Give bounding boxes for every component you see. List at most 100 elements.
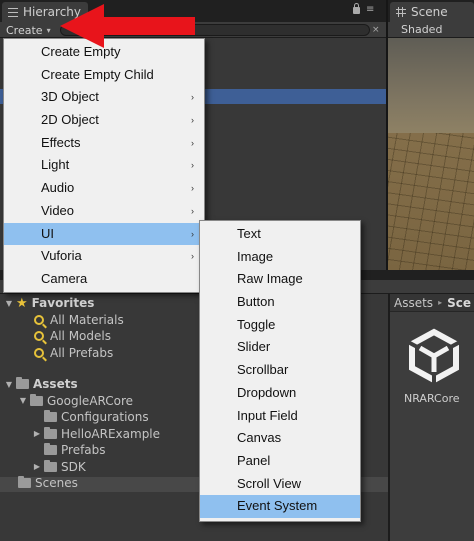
menu-item-label: Vuforia — [41, 248, 82, 264]
menu-item-vuforia[interactable]: Vuforia › — [4, 245, 204, 268]
favorites-label: Favorites — [31, 296, 95, 311]
menu-item-label: Create Empty Child — [41, 66, 154, 82]
menu-item-light[interactable]: Light › — [4, 154, 204, 177]
chevron-right-icon: › — [191, 160, 194, 171]
menu-item-canvas[interactable]: Canvas — [200, 427, 360, 450]
create-button-label: Create — [6, 23, 43, 37]
shading-mode-dropdown[interactable]: Shaded — [401, 22, 442, 38]
menu-item-effects[interactable]: Effects › — [4, 132, 204, 155]
scene-tab[interactable]: Scene — [390, 2, 474, 22]
menu-item-toggle[interactable]: Toggle — [200, 314, 360, 337]
list-item[interactable]: All Materials — [4, 312, 124, 329]
favorites-header[interactable]: ▼ ★ Favorites — [4, 295, 124, 312]
menu-item-button[interactable]: Button — [200, 291, 360, 314]
expand-triangle-icon[interactable]: ▼ — [4, 299, 14, 308]
menu-item-ui[interactable]: UI › — [4, 222, 204, 246]
chevron-right-icon: › — [191, 137, 194, 148]
chevron-down-icon: ▾ — [46, 25, 51, 35]
menu-item-label: Video — [41, 202, 75, 218]
tree-item-helloarexample[interactable]: ▶ HelloARExample — [4, 426, 160, 443]
breadcrumb-assets[interactable]: Assets — [394, 296, 433, 310]
folder-icon — [44, 443, 57, 456]
favorite-item-label: All Prefabs — [50, 345, 114, 360]
favorite-item-label: All Models — [50, 329, 111, 344]
menu-item-3d-object[interactable]: 3D Object › — [4, 86, 204, 109]
menu-item-label: 2D Object — [41, 112, 99, 128]
create-menu: Create Empty Create Empty Child 3D Objec… — [3, 38, 205, 293]
menu-item-panel[interactable]: Panel — [200, 450, 360, 473]
hash-icon — [396, 7, 406, 17]
chevron-right-icon: › — [191, 205, 194, 216]
tree-item-label: Scenes — [35, 476, 78, 491]
chevron-right-icon: › — [191, 92, 194, 103]
expand-triangle-icon[interactable]: ▼ — [18, 396, 28, 405]
breadcrumb-separator-icon: ▸ — [438, 298, 443, 307]
tree-item-configurations[interactable]: Configurations — [4, 409, 160, 426]
tree-item-sdk[interactable]: ▶ SDK — [4, 459, 160, 476]
menu-item-text[interactable]: Text — [200, 223, 360, 246]
list-item[interactable]: All Models — [4, 328, 124, 345]
expand-triangle-icon[interactable]: ▶ — [32, 462, 42, 471]
menu-item-audio[interactable]: Audio › — [4, 177, 204, 200]
menu-item-dropdown[interactable]: Dropdown — [200, 382, 360, 405]
menu-item-raw-image[interactable]: Raw Image — [200, 268, 360, 291]
annotation-arrow-icon — [60, 4, 195, 48]
folder-icon — [44, 410, 57, 423]
menu-item-create-empty-child[interactable]: Create Empty Child — [4, 64, 204, 87]
search-icon — [34, 331, 44, 342]
menu-item-label: Effects — [41, 134, 81, 150]
assets-section: ▼ Assets ▼ GoogleARCore Configurations ▶… — [4, 376, 160, 492]
menu-item-video[interactable]: Video › — [4, 200, 204, 223]
tree-item-prefabs[interactable]: Prefabs — [4, 442, 160, 459]
search-clear-icon[interactable]: × — [372, 24, 382, 36]
menu-item-label: 3D Object — [41, 89, 99, 105]
menu-item-label: UI — [41, 225, 54, 241]
assets-header[interactable]: ▼ Assets — [4, 376, 160, 393]
menu-item-camera[interactable]: Camera — [4, 268, 204, 291]
chevron-right-icon: › — [191, 251, 194, 262]
ui-submenu: Text Image Raw Image Button Toggle Slide… — [199, 220, 361, 522]
search-icon — [34, 314, 44, 325]
expand-triangle-icon[interactable]: ▶ — [32, 429, 42, 438]
menu-item-scroll-view[interactable]: Scroll View — [200, 473, 360, 496]
lock-icon[interactable] — [353, 3, 360, 14]
menu-item-label: Audio — [41, 180, 75, 196]
tree-item-label: SDK — [61, 459, 86, 474]
create-button[interactable]: Create ▾ — [6, 22, 51, 38]
unity-logo[interactable] — [404, 326, 464, 386]
favorite-item-label: All Materials — [50, 312, 124, 327]
chevron-right-icon: › — [191, 183, 194, 194]
menu-icon[interactable]: ≡ — [366, 4, 378, 16]
scene-tab-label: Scene — [411, 5, 448, 19]
menu-item-image[interactable]: Image — [200, 246, 360, 269]
expand-triangle-icon[interactable]: ▼ — [4, 380, 14, 389]
list-item[interactable]: All Prefabs — [4, 345, 124, 362]
menu-item-scrollbar[interactable]: Scrollbar — [200, 359, 360, 382]
asset-tile-label[interactable]: NRARCore — [404, 392, 460, 405]
tree-item-label: Prefabs — [61, 443, 106, 458]
search-icon — [34, 347, 44, 358]
breadcrumb-current[interactable]: Sce — [447, 296, 471, 310]
star-icon: ★ — [16, 295, 28, 311]
tree-item-label: Configurations — [61, 410, 149, 425]
folder-icon — [30, 393, 43, 406]
assets-label: Assets — [33, 377, 78, 392]
tree-item-googlearcore[interactable]: ▼ GoogleARCore — [4, 393, 160, 410]
tree-item-scenes[interactable]: Scenes — [4, 475, 160, 492]
menu-item-input-field[interactable]: Input Field — [200, 405, 360, 428]
folder-icon — [44, 459, 57, 472]
scene-viewport[interactable] — [388, 38, 474, 270]
chevron-right-icon: › — [191, 228, 194, 239]
menu-item-2d-object[interactable]: 2D Object › — [4, 109, 204, 132]
folder-icon — [44, 426, 57, 439]
chevron-right-icon: › — [191, 115, 194, 126]
menu-item-event-system[interactable]: Event System — [200, 495, 360, 518]
menu-item-slider[interactable]: Slider — [200, 336, 360, 359]
folder-icon — [18, 476, 31, 489]
tree-item-label: HelloARExample — [61, 426, 161, 441]
favorites-section: ▼ ★ Favorites All Materials All Models A… — [4, 295, 124, 361]
folder-icon — [16, 377, 29, 390]
menu-item-label: Light — [41, 157, 70, 173]
menu-item-label: Camera — [41, 270, 88, 286]
tree-item-label: GoogleARCore — [47, 393, 134, 408]
